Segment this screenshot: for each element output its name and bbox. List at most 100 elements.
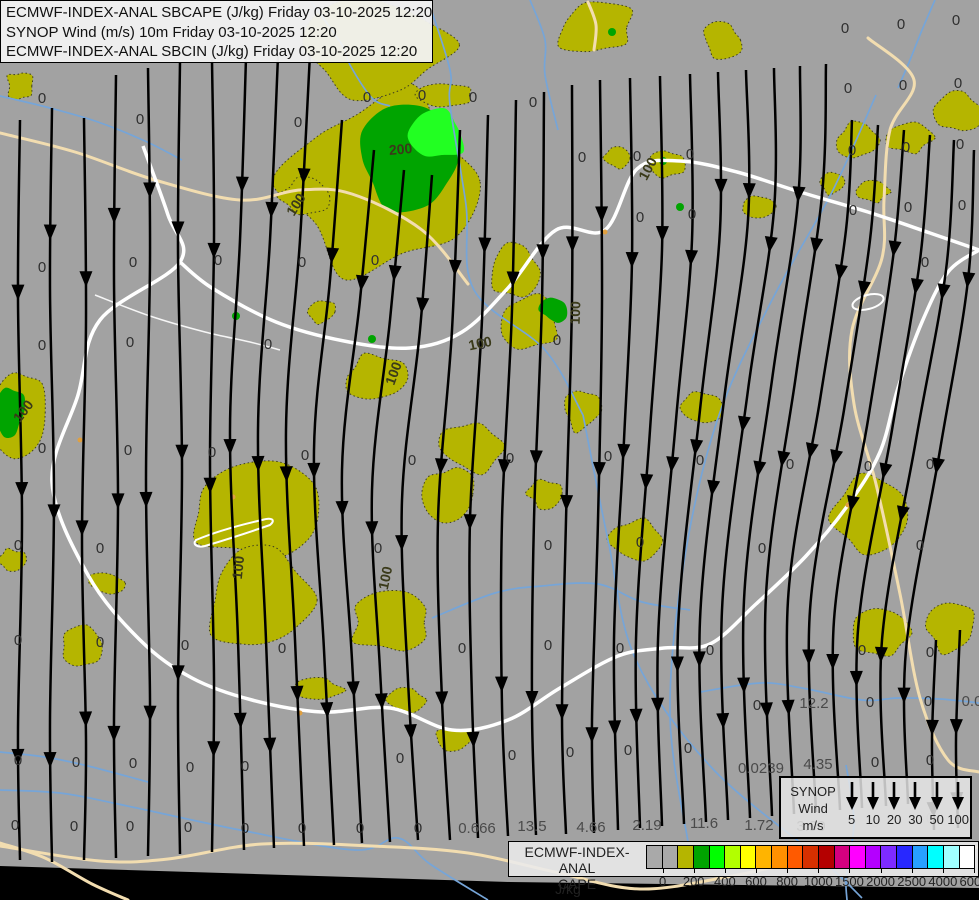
cape-color-cell [896, 846, 912, 868]
station-zero-label: 0 [396, 750, 404, 767]
cape-color-cell [833, 846, 850, 868]
cape-legend-source: ECMWF-INDEX-ANAL [524, 844, 630, 876]
station-zero-label: 0 [70, 818, 78, 835]
station-zero-label: 0 [952, 12, 960, 29]
contour-label: 100 [229, 555, 247, 580]
station-zero-label: 0 [616, 640, 624, 657]
station-zero-label: 0 [924, 693, 932, 710]
cape-tick-label: 1000 [803, 874, 833, 889]
contour-label: 100 [567, 301, 584, 325]
cape-color-cell [880, 846, 896, 868]
station-zero-label: 0 [897, 16, 905, 33]
wind-arrow-icon [952, 782, 965, 810]
cape-area-low [351, 590, 427, 652]
station-zero-label: 0 [686, 146, 694, 163]
cape-color-cell [942, 846, 959, 868]
station-value-label: 0.0239 [738, 760, 784, 777]
station-zero-label: 0 [544, 537, 552, 554]
station-value-label: 4.66 [576, 819, 605, 836]
station-value-label: 1.72 [744, 817, 773, 834]
station-zero-label: 0 [136, 111, 144, 128]
station-zero-label: 0 [241, 820, 249, 837]
cape-tick [818, 868, 820, 873]
station-zero-label: 0 [578, 149, 586, 166]
station-zero-label: 0 [904, 199, 912, 216]
weather-map-canvas: 0 0 0 0 0 0 0 0 0 0 0 0 0 0 0 0 0 0 0 0 0 0 0 0 0 0 0 0 0 0 0 0 0 0 0 0 0 0 0 0… [0, 0, 979, 900]
station-zero-label: 0 [38, 90, 46, 107]
cape-color-cell [755, 846, 771, 868]
station-zero-label: 0 [181, 637, 189, 654]
cape-tick-label: 2000 [866, 874, 896, 889]
contour-label: 200 [388, 140, 413, 158]
station-zero-label: 0 [298, 820, 306, 837]
cape-color-cell [647, 846, 662, 868]
station-value-label: 13.5 [517, 818, 546, 835]
wind-speed-label: 10 [865, 812, 881, 827]
wind-arrow-icon [909, 782, 922, 810]
wind-arrow-icon [845, 782, 858, 810]
station-zero-label: 0 [624, 742, 632, 759]
cape-dot [608, 28, 616, 36]
station-zero-label: 0 [902, 139, 910, 156]
wind-scale-entry: 5 [841, 781, 862, 827]
cape-color-cell [771, 846, 787, 868]
cape-tick-label: 1500 [834, 874, 864, 889]
station-zero-label: 0 [758, 540, 766, 557]
wind-arrow-icon [888, 782, 901, 810]
station-zero-label: 0 [96, 540, 104, 557]
station-zero-label: 0 [278, 640, 286, 657]
cape-dot [676, 203, 684, 211]
cape-color-cell [786, 846, 803, 868]
wind-legend-title: SYNOP Wind m/s [787, 783, 839, 834]
station-zero-label: 0 [926, 752, 934, 769]
station-zero-label: 0 [408, 452, 416, 469]
map-title-box: ECMWF-INDEX-ANAL SBCAPE (J/kg) Friday 03… [0, 0, 433, 63]
station-zero-label: 0 [294, 114, 302, 131]
station-zero-label: 0 [844, 80, 852, 97]
wind-scale-entry: 50 [926, 781, 947, 827]
station-zero-label: 0 [11, 817, 19, 834]
station-zero-label: 0 [72, 754, 80, 771]
station-zero-label: 0 [636, 534, 644, 551]
station-zero-label: 0 [696, 452, 704, 469]
station-zero-label: 0 [414, 820, 422, 837]
cape-tick-label: 400 [713, 874, 736, 889]
station-zero-label: 0 [241, 758, 249, 775]
cape-dot [368, 335, 376, 343]
station-zero-label: 0 [301, 447, 309, 464]
station-zero-label: 0 [566, 744, 574, 761]
station-zero-label: 0 [374, 540, 382, 557]
station-zero-label: 0 [298, 254, 306, 271]
wind-scale-entry: 20 [884, 781, 905, 827]
station-zero-label: 0 [954, 75, 962, 92]
cape-colorbar [646, 845, 975, 869]
station-zero-label: 0 [186, 759, 194, 776]
cape-tick [911, 868, 913, 873]
cape-color-cell [739, 846, 756, 868]
station-zero-label: 0 [508, 747, 516, 764]
border-crossing-dot [602, 229, 608, 235]
title-line-sbcin: ECMWF-INDEX-ANAL SBCIN (J/kg) Friday 03-… [6, 43, 418, 60]
cape-tick-label: 0 [658, 874, 667, 889]
station-zero-label: 0 [926, 644, 934, 661]
cape-color-cell [692, 846, 709, 868]
station-zero-label: 0 [841, 20, 849, 37]
cape-tick [849, 868, 851, 873]
cape-tick-label: 200 [682, 874, 705, 889]
station-zero-label: 0 [958, 197, 966, 214]
station-zero-label: 0 [849, 202, 857, 219]
station-zero-label: 0 [786, 456, 794, 473]
wind-speed-label: 5 [848, 812, 856, 827]
cape-color-cell [849, 846, 865, 868]
station-zero-label: 0 [14, 537, 22, 554]
cape-tick [756, 868, 757, 873]
title-line-sbcape: ECMWF-INDEX-ANAL SBCAPE (J/kg) Friday 03… [6, 4, 433, 21]
cape-tick [787, 868, 789, 873]
station-zero-label: 0 [14, 632, 22, 649]
wind-speed-label: 50 [929, 812, 944, 827]
station-zero-label: 0 [544, 637, 552, 654]
cape-tick [662, 868, 664, 873]
station-value-label: 0.0 [962, 693, 979, 710]
station-value-label: 2.19 [632, 817, 661, 834]
wind-scale-entry: 10 [862, 781, 883, 827]
